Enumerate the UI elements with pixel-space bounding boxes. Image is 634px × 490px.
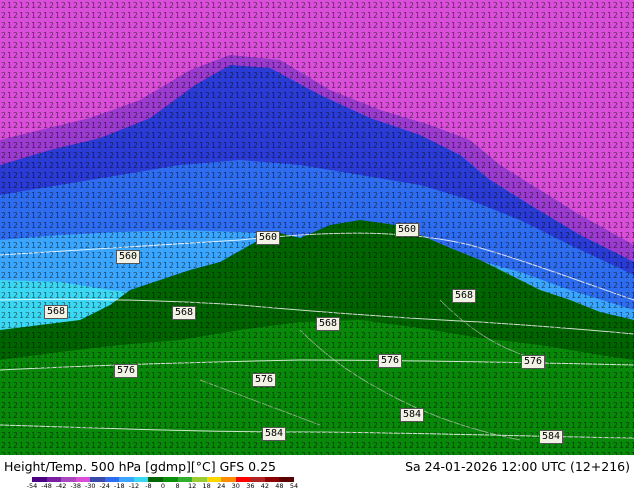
value-grid-overlay xyxy=(0,0,634,455)
temperature-field: 2 1 xyxy=(0,0,634,455)
color-legend: -54 -48 -42 -38 -30 -24 -18 -12 -8 0 8 12 18 24 30 36 42… xyxy=(4,475,304,490)
legend-tick-label: 0 xyxy=(160,482,166,490)
contour-label: 568 xyxy=(44,305,69,319)
legend-tick-label: -30 xyxy=(84,482,96,490)
legend-tick-label: 54 xyxy=(289,482,299,490)
map-footer: Height/Temp. 500 hPa [gdmp][°C] GFS 0.25… xyxy=(0,455,634,490)
contour-label: 568 xyxy=(172,306,197,320)
contour-label: 584 xyxy=(262,427,287,441)
legend-tick-label: 36 xyxy=(246,482,255,490)
legend-tick-label: 24 xyxy=(217,482,226,490)
contour-label: 576 xyxy=(114,364,139,378)
legend-tick-label: -8 xyxy=(145,482,152,490)
legend-tick-label: -38 xyxy=(70,482,81,490)
contour-label: 560 xyxy=(256,231,281,245)
contour-label: 584 xyxy=(539,430,564,444)
legend-tick-label: -12 xyxy=(128,482,140,490)
contour-label: 568 xyxy=(316,317,341,331)
legend-tick-label: -42 xyxy=(55,482,67,490)
contour-label: 560 xyxy=(395,223,420,237)
contour-label: 576 xyxy=(378,354,403,368)
legend-tick-label: -48 xyxy=(41,482,52,490)
legend-tick-label: 8 xyxy=(175,482,180,490)
legend-tick-label: 30 xyxy=(231,482,240,490)
legend-tick-label: 42 xyxy=(260,482,270,490)
contour-label: 576 xyxy=(521,355,546,369)
contour-label: 576 xyxy=(252,373,277,387)
legend-tick-label: -54 xyxy=(26,482,38,490)
legend-tick-label: 18 xyxy=(202,482,211,490)
contour-label: 584 xyxy=(400,408,425,422)
legend-tick-label: 12 xyxy=(187,482,197,490)
legend-tick-label: -18 xyxy=(114,482,125,490)
contour-label: 568 xyxy=(452,289,477,303)
weather-map: 2 1 5 xyxy=(0,0,634,455)
map-title: Height/Temp. 500 hPa [gdmp][°C] GFS 0.25 xyxy=(4,459,276,474)
map-timestamp: Sa 24-01-2026 12:00 UTC (12+216) xyxy=(405,459,630,474)
legend-tick-label: 48 xyxy=(275,482,284,490)
legend-tick-label: -24 xyxy=(99,482,111,490)
contour-label: 560 xyxy=(116,250,141,264)
